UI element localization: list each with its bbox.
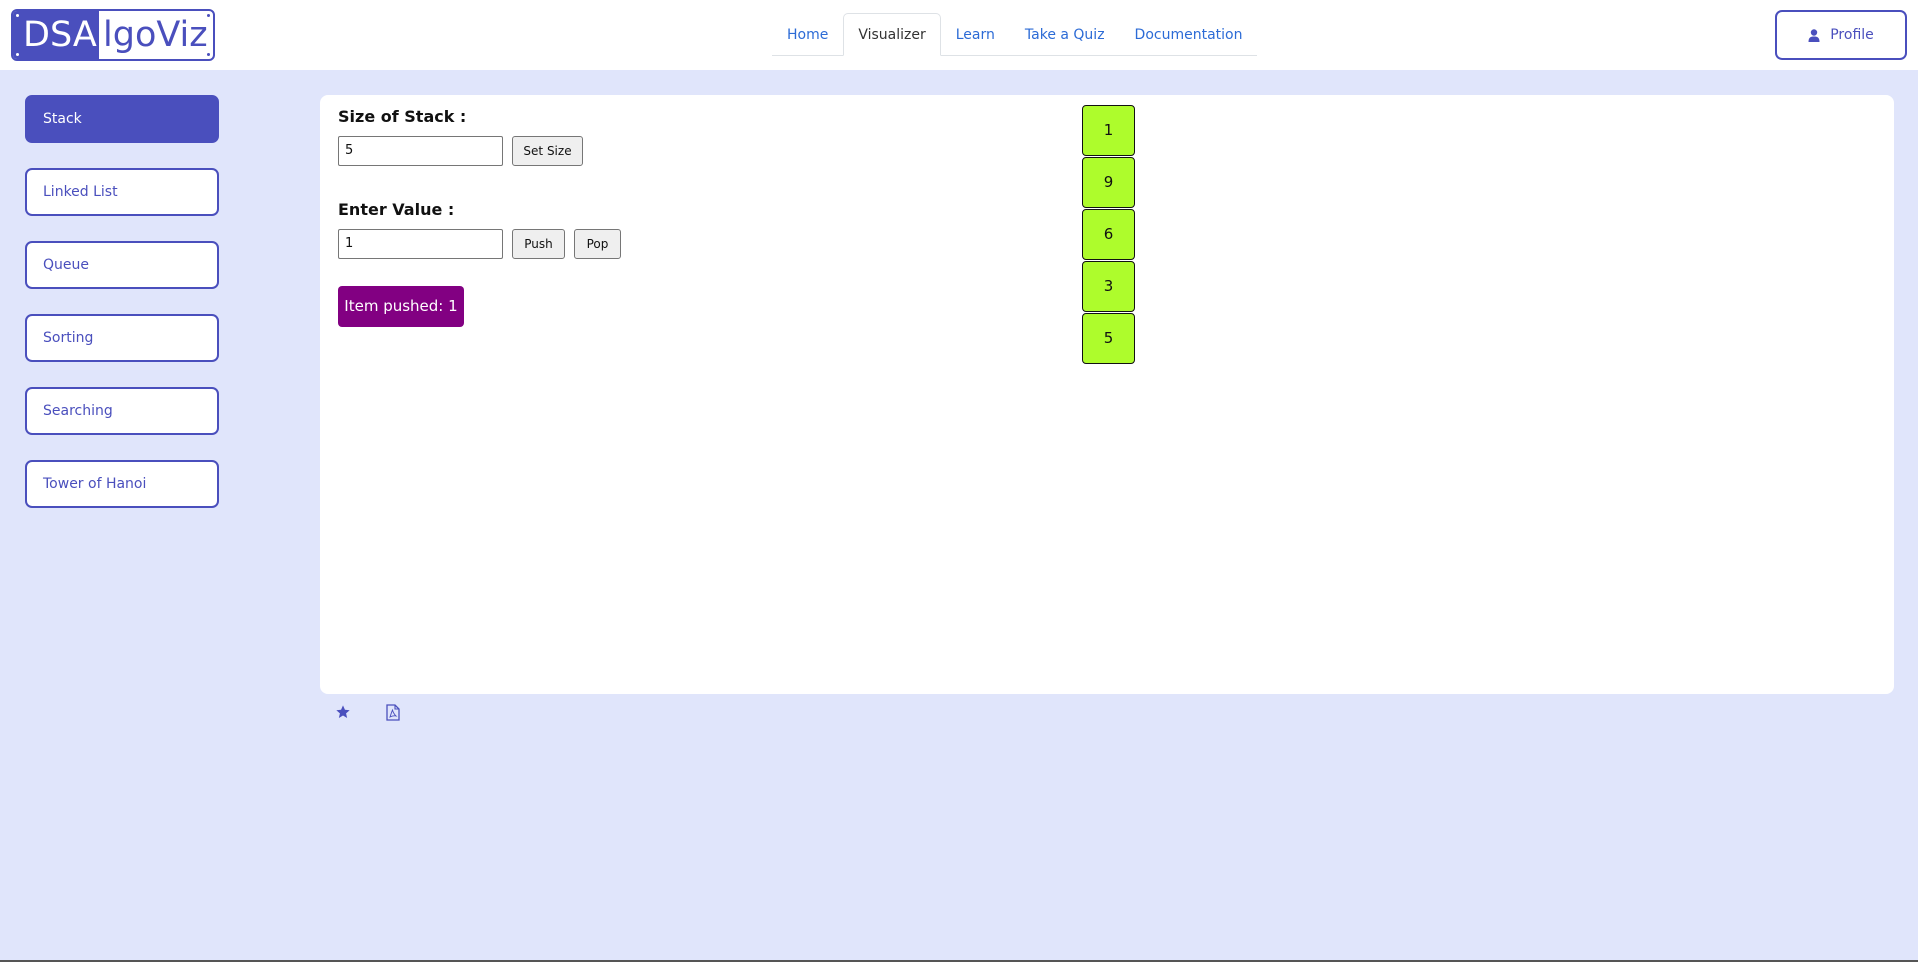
value-input[interactable]: 1 xyxy=(338,229,503,259)
user-icon xyxy=(1808,28,1820,42)
logo-dsa: DSA xyxy=(13,11,99,59)
size-of-stack-label: Size of Stack : xyxy=(338,107,467,126)
sidebar-item-linked-list[interactable]: Linked List xyxy=(25,168,219,216)
sidebar-item-searching[interactable]: Searching xyxy=(25,387,219,435)
stack-size-input[interactable]: 5 xyxy=(338,136,503,166)
nav-visualizer[interactable]: Visualizer xyxy=(843,13,941,56)
logo[interactable]: DSA lgoViz xyxy=(11,9,215,61)
stack-item: 3 xyxy=(1082,261,1135,312)
logo-dot xyxy=(16,53,19,56)
sidebar-item-queue[interactable]: Queue xyxy=(25,241,219,289)
pdf-file-icon[interactable] xyxy=(385,704,403,722)
nav-documentation[interactable]: Documentation xyxy=(1120,13,1258,55)
nav-take-a-quiz[interactable]: Take a Quiz xyxy=(1010,13,1120,55)
nav-home[interactable]: Home xyxy=(772,13,843,55)
star-icon[interactable] xyxy=(335,704,353,722)
sidebar-item-stack[interactable]: Stack xyxy=(25,95,219,143)
stack-item: 9 xyxy=(1082,157,1135,208)
logo-dot xyxy=(207,53,210,56)
stack-item: 1 xyxy=(1082,105,1135,156)
sidebar-item-sorting[interactable]: Sorting xyxy=(25,314,219,362)
nav-learn[interactable]: Learn xyxy=(941,13,1010,55)
header: DSA lgoViz Home Visualizer Learn Take a … xyxy=(0,0,1918,70)
status-message: Item pushed: 1 xyxy=(338,286,464,327)
set-size-button[interactable]: Set Size xyxy=(512,136,583,166)
profile-button[interactable]: Profile xyxy=(1775,10,1907,60)
pop-button[interactable]: Pop xyxy=(574,229,621,259)
enter-value-label: Enter Value : xyxy=(338,200,455,219)
sidebar-item-tower-of-hanoi[interactable]: Tower of Hanoi xyxy=(25,460,219,508)
visualizer-panel: Size of Stack : 5 Set Size Enter Value :… xyxy=(320,95,1894,694)
logo-dot xyxy=(207,14,210,17)
logo-algoviz: lgoViz xyxy=(103,15,208,55)
stack-item: 6 xyxy=(1082,209,1135,260)
main-nav: Home Visualizer Learn Take a Quiz Docume… xyxy=(772,13,1258,56)
logo-dot xyxy=(16,14,19,17)
push-button[interactable]: Push xyxy=(512,229,565,259)
profile-label: Profile xyxy=(1830,27,1874,43)
stack-item: 5 xyxy=(1082,313,1135,364)
